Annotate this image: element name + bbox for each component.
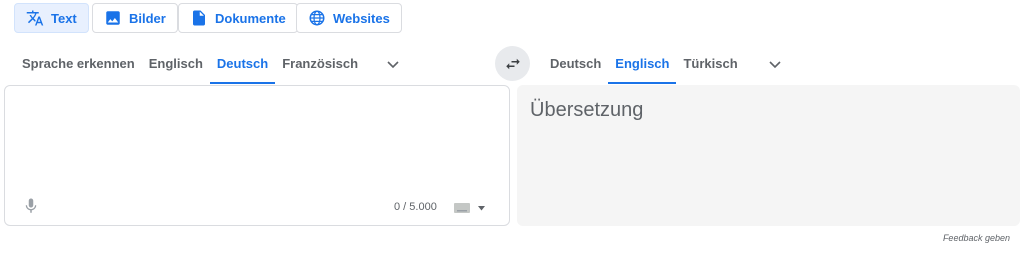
- source-more-languages-button[interactable]: [365, 44, 415, 84]
- swap-languages-button[interactable]: [495, 46, 530, 81]
- feedback-link[interactable]: Feedback geben: [943, 233, 1010, 243]
- translate-icon: [26, 10, 44, 26]
- mode-websites-button[interactable]: Websites: [296, 3, 402, 33]
- target-more-languages-button[interactable]: [745, 44, 797, 84]
- target-tab-english[interactable]: Englisch: [608, 44, 677, 84]
- keyboard-icon: [454, 203, 470, 213]
- mode-websites-label: Websites: [333, 10, 390, 26]
- mode-documents-button[interactable]: Dokumente: [178, 3, 298, 33]
- translation-placeholder: Übersetzung: [530, 99, 644, 121]
- character-counter: 0 / 5.000: [394, 201, 437, 213]
- translation-output-area: Übersetzung: [517, 85, 1020, 226]
- source-tab-french[interactable]: Französisch: [275, 44, 365, 84]
- source-tab-english[interactable]: Englisch: [142, 44, 210, 84]
- source-tab-detect[interactable]: Sprache erkennen: [15, 44, 142, 84]
- mode-text-button[interactable]: Text: [14, 3, 89, 33]
- microphone-icon: [25, 198, 37, 213]
- mode-images-button[interactable]: Bilder: [92, 3, 178, 33]
- microphone-button[interactable]: [22, 196, 40, 221]
- target-tab-german[interactable]: Deutsch: [543, 44, 608, 84]
- source-text-area[interactable]: 0 / 5.000: [4, 85, 510, 226]
- mode-text-label: Text: [51, 10, 77, 26]
- caret-down-icon: [478, 205, 485, 210]
- image-icon: [106, 11, 120, 25]
- chevron-down-icon: [769, 61, 781, 69]
- source-tab-german[interactable]: Deutsch: [209, 44, 276, 84]
- chevron-down-icon: [387, 61, 399, 69]
- keyboard-button[interactable]: [454, 203, 485, 213]
- mode-documents-label: Dokumente: [215, 10, 286, 26]
- target-tab-turkish[interactable]: Türkisch: [676, 44, 744, 84]
- globe-icon: [309, 10, 325, 26]
- mode-images-label: Bilder: [129, 10, 166, 26]
- document-icon: [193, 10, 205, 26]
- swap-icon: [505, 58, 520, 69]
- source-language-tabs: Sprache erkennen Englisch Deutsch Franzö…: [15, 44, 415, 84]
- target-language-tabs: Deutsch Englisch Türkisch: [543, 44, 797, 84]
